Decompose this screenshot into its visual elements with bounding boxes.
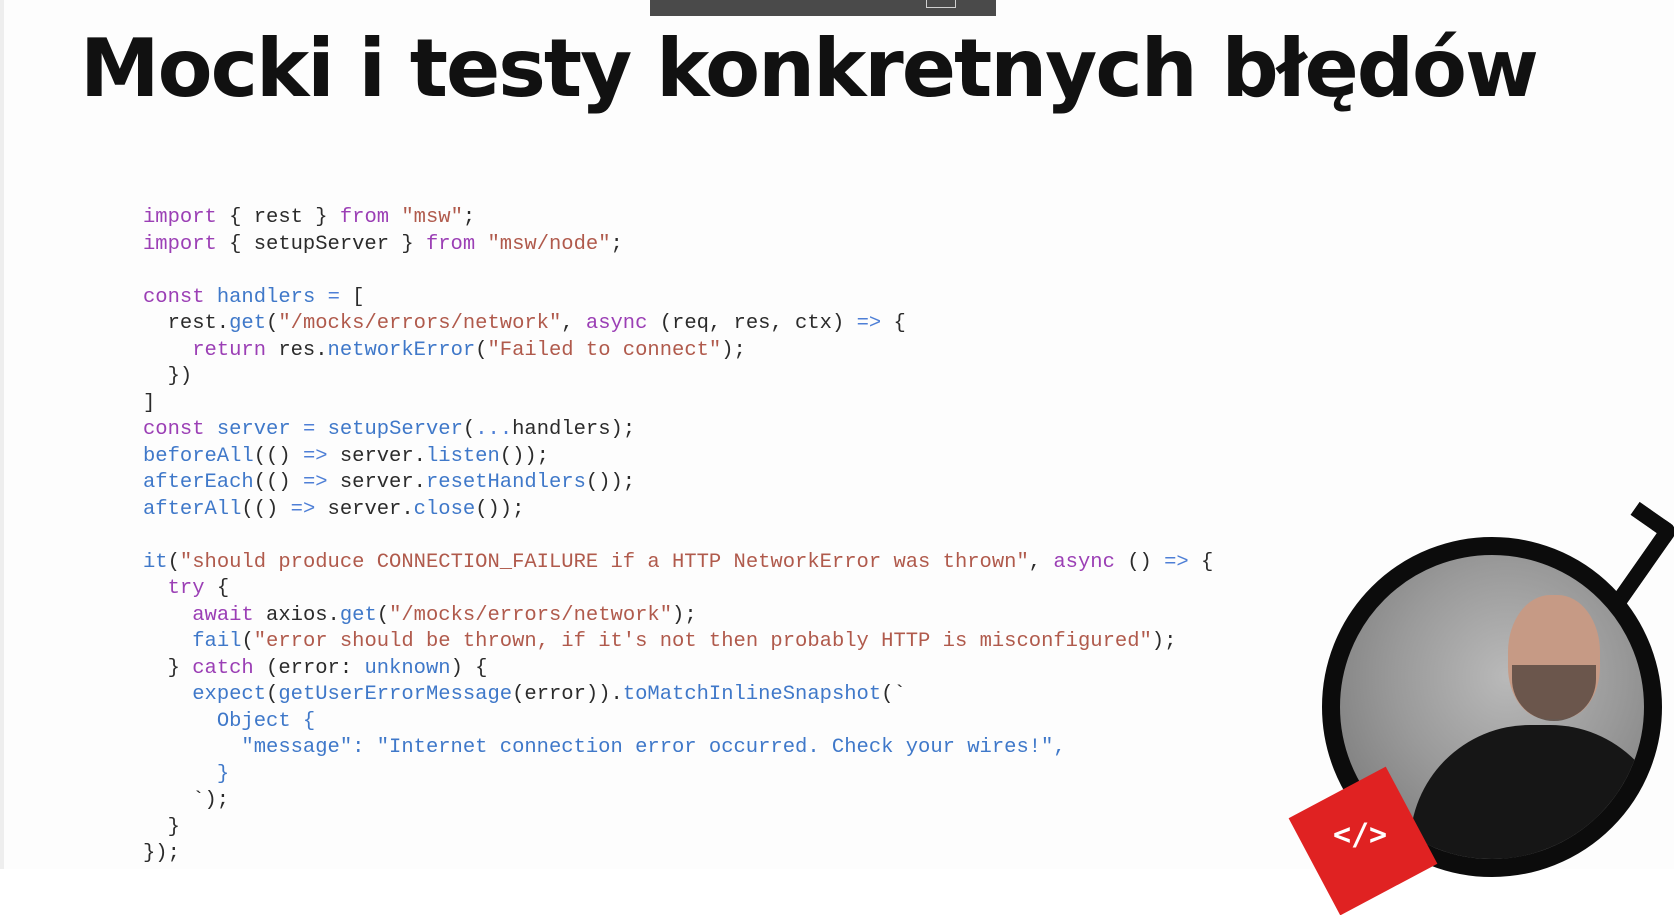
video-top-overlay — [650, 0, 996, 16]
presenter-beard — [1512, 665, 1596, 721]
overlay-button[interactable] — [926, 0, 956, 8]
slide: Mocki i testy konkretnych błędów import … — [0, 0, 1674, 915]
slide-title: Mocki i testy konkretnych błędów — [80, 22, 1539, 115]
code-icon: </> — [1332, 817, 1387, 853]
code-block: import { rest } from "msw"; import { set… — [143, 206, 1214, 865]
presenter-body — [1410, 725, 1644, 859]
